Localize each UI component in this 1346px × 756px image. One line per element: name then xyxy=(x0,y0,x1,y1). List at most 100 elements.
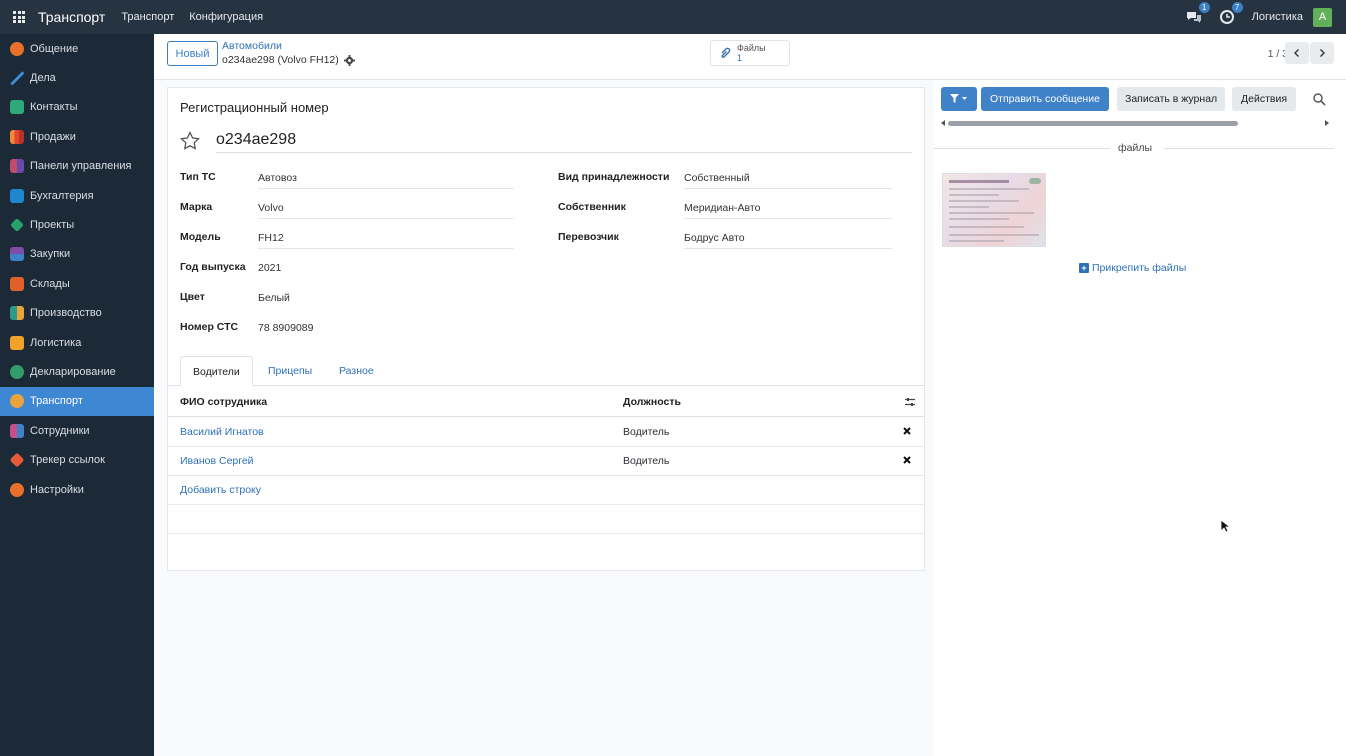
app-menu-button[interactable] xyxy=(0,0,38,34)
mouse-cursor-icon xyxy=(1220,519,1230,533)
filter-icon xyxy=(950,94,967,103)
field-model[interactable]: FH12 xyxy=(258,232,514,249)
activities-badge: 7 xyxy=(1231,2,1243,13)
pager-previous-button[interactable] xyxy=(1285,42,1309,64)
field-label-model: Модель xyxy=(180,231,221,243)
actions-button[interactable]: Действия xyxy=(1232,87,1297,111)
link-tracker-icon xyxy=(9,452,25,468)
new-record-button[interactable]: Новый xyxy=(167,41,218,66)
menu-configuration[interactable]: Конфигурация xyxy=(189,11,263,23)
plate-underline xyxy=(216,152,912,153)
sidebar-item-transport[interactable]: Транспорт xyxy=(0,386,154,417)
scrollbar-thumb[interactable] xyxy=(948,121,1238,126)
sidebar-item-label: Панели управления xyxy=(30,160,132,173)
table-row[interactable]: Василий Игнатов Водитель xyxy=(168,418,924,447)
sidebar-item-logistics[interactable]: Логистика xyxy=(0,328,154,357)
paperclip-icon xyxy=(721,47,731,59)
gear-icon[interactable] xyxy=(343,54,355,66)
field-label-sts-number: Номер СТС xyxy=(180,321,239,333)
sidebar-item-label: Транспорт xyxy=(30,395,83,408)
log-note-button[interactable]: Записать в журнал xyxy=(1117,87,1226,111)
field-label-ownership-type: Вид принадлежности xyxy=(558,171,670,183)
form-view: Регистрационный номер о234ае298 Тип ТС А… xyxy=(154,80,934,756)
field-brand[interactable]: Volvo xyxy=(258,202,514,219)
send-message-button[interactable]: Отправить сообщение xyxy=(981,87,1109,111)
clock-icon xyxy=(1219,10,1234,24)
column-employee-name[interactable]: ФИО сотрудника xyxy=(180,396,267,408)
sidebar-item-tasks[interactable]: Дела xyxy=(0,63,154,92)
menu-transport[interactable]: Транспорт xyxy=(121,11,174,23)
column-position[interactable]: Должность xyxy=(623,396,681,408)
field-sts-number[interactable]: 78 8909089 xyxy=(258,322,514,339)
manufacturing-icon xyxy=(10,306,24,321)
sidebar-item-link-tracker[interactable]: Трекер ссылок xyxy=(0,445,154,474)
plus-icon: + xyxy=(1079,263,1089,273)
driver-name[interactable]: Иванов Сергей xyxy=(180,455,254,467)
sidebar-item-purchase[interactable]: Закупки xyxy=(0,240,154,269)
field-vehicle-type[interactable]: Автовоз xyxy=(258,172,514,189)
horizontal-scrollbar[interactable] xyxy=(940,119,1330,127)
company-switcher[interactable]: Логистика xyxy=(1252,11,1303,23)
top-navbar: Транспорт Транспорт Конфигурация 1 7 Лог… xyxy=(0,0,1346,34)
sidebar-item-contacts[interactable]: Контакты xyxy=(0,93,154,122)
files-smart-button[interactable]: Файлы 1 xyxy=(710,40,790,66)
field-year[interactable]: 2021 xyxy=(258,262,514,279)
messages-button[interactable]: 1 xyxy=(1186,2,1210,25)
projects-icon xyxy=(10,218,24,232)
attach-files-label: Прикрепить файлы xyxy=(1092,262,1187,274)
chatter-filter-button[interactable] xyxy=(941,87,977,111)
add-line-button[interactable]: Добавить строку xyxy=(180,484,261,496)
breadcrumb-current-label: о234ае298 (Volvo FH12) xyxy=(222,54,339,66)
field-label-vehicle-type: Тип ТС xyxy=(180,171,216,183)
table-row[interactable]: Иванов Сергей Водитель xyxy=(168,447,924,476)
transport-icon xyxy=(10,394,24,409)
sidebar-item-settings[interactable]: Настройки xyxy=(0,475,154,504)
column-settings-icon[interactable] xyxy=(904,396,916,408)
field-carrier[interactable]: Бодрус Авто xyxy=(684,232,892,249)
chat-bubbles-icon xyxy=(1186,12,1201,23)
sidebar-item-label: Трекер ссылок xyxy=(30,454,105,467)
sidebar-item-employees[interactable]: Сотрудники xyxy=(0,416,154,445)
breadcrumb-parent[interactable]: Автомобили xyxy=(222,40,282,52)
delete-row-icon[interactable] xyxy=(902,426,912,436)
sidebar-item-label: Склады xyxy=(30,277,70,290)
attachment-thumbnail[interactable] xyxy=(942,173,1046,247)
sidebar-item-projects[interactable]: Проекты xyxy=(0,210,154,239)
activities-button[interactable]: 7 xyxy=(1219,2,1243,25)
sidebar-item-accounting[interactable]: Бухгалтерия xyxy=(0,181,154,210)
field-label-brand: Марка xyxy=(180,201,213,213)
sidebar-item-manufacturing[interactable]: Производство xyxy=(0,299,154,328)
field-label-color: Цвет xyxy=(180,291,205,303)
contacts-icon xyxy=(10,100,24,115)
sidebar-item-label: Декларирование xyxy=(30,365,116,378)
sidebar-item-sales[interactable]: Продажи xyxy=(0,122,154,151)
user-avatar[interactable]: A xyxy=(1313,7,1332,27)
field-color[interactable]: Белый xyxy=(258,292,514,309)
delete-row-icon[interactable] xyxy=(902,455,912,465)
sidebar-item-chat[interactable]: Общение xyxy=(0,34,154,63)
sidebar-item-dashboards[interactable]: Панели управления xyxy=(0,152,154,181)
sidebar-item-label: Закупки xyxy=(30,248,71,261)
scroll-right-icon[interactable] xyxy=(1324,120,1330,126)
tab-drivers[interactable]: Водители xyxy=(180,356,253,386)
driver-name[interactable]: Василий Игнатов xyxy=(180,426,264,438)
purchase-icon xyxy=(10,247,24,262)
app-title[interactable]: Транспорт xyxy=(38,9,105,25)
drivers-table-header: ФИО сотрудника Должность xyxy=(168,387,924,417)
chatter-panel: Отправить сообщение Записать в журнал Де… xyxy=(934,80,1346,756)
sidebar-item-declaration[interactable]: Декларирование xyxy=(0,357,154,386)
attach-files-button[interactable]: + Прикрепить файлы xyxy=(1079,262,1186,274)
search-icon[interactable] xyxy=(1312,92,1326,106)
pager-next-button[interactable] xyxy=(1310,42,1334,64)
employees-icon xyxy=(10,423,24,438)
tab-misc[interactable]: Разное xyxy=(327,356,386,386)
star-icon[interactable] xyxy=(180,131,200,151)
sidebar-item-inventory[interactable]: Склады xyxy=(0,269,154,298)
reg-number-title: Регистрационный номер xyxy=(180,100,329,115)
sidebar-item-label: Проекты xyxy=(30,219,75,232)
field-owner[interactable]: Меридиан-Авто xyxy=(684,202,892,219)
field-ownership-type[interactable]: Собственный xyxy=(684,172,892,189)
scroll-left-icon[interactable] xyxy=(940,120,946,126)
plate-number-field[interactable]: о234ае298 xyxy=(216,131,296,149)
tab-trailers[interactable]: Прицепы xyxy=(256,356,324,386)
